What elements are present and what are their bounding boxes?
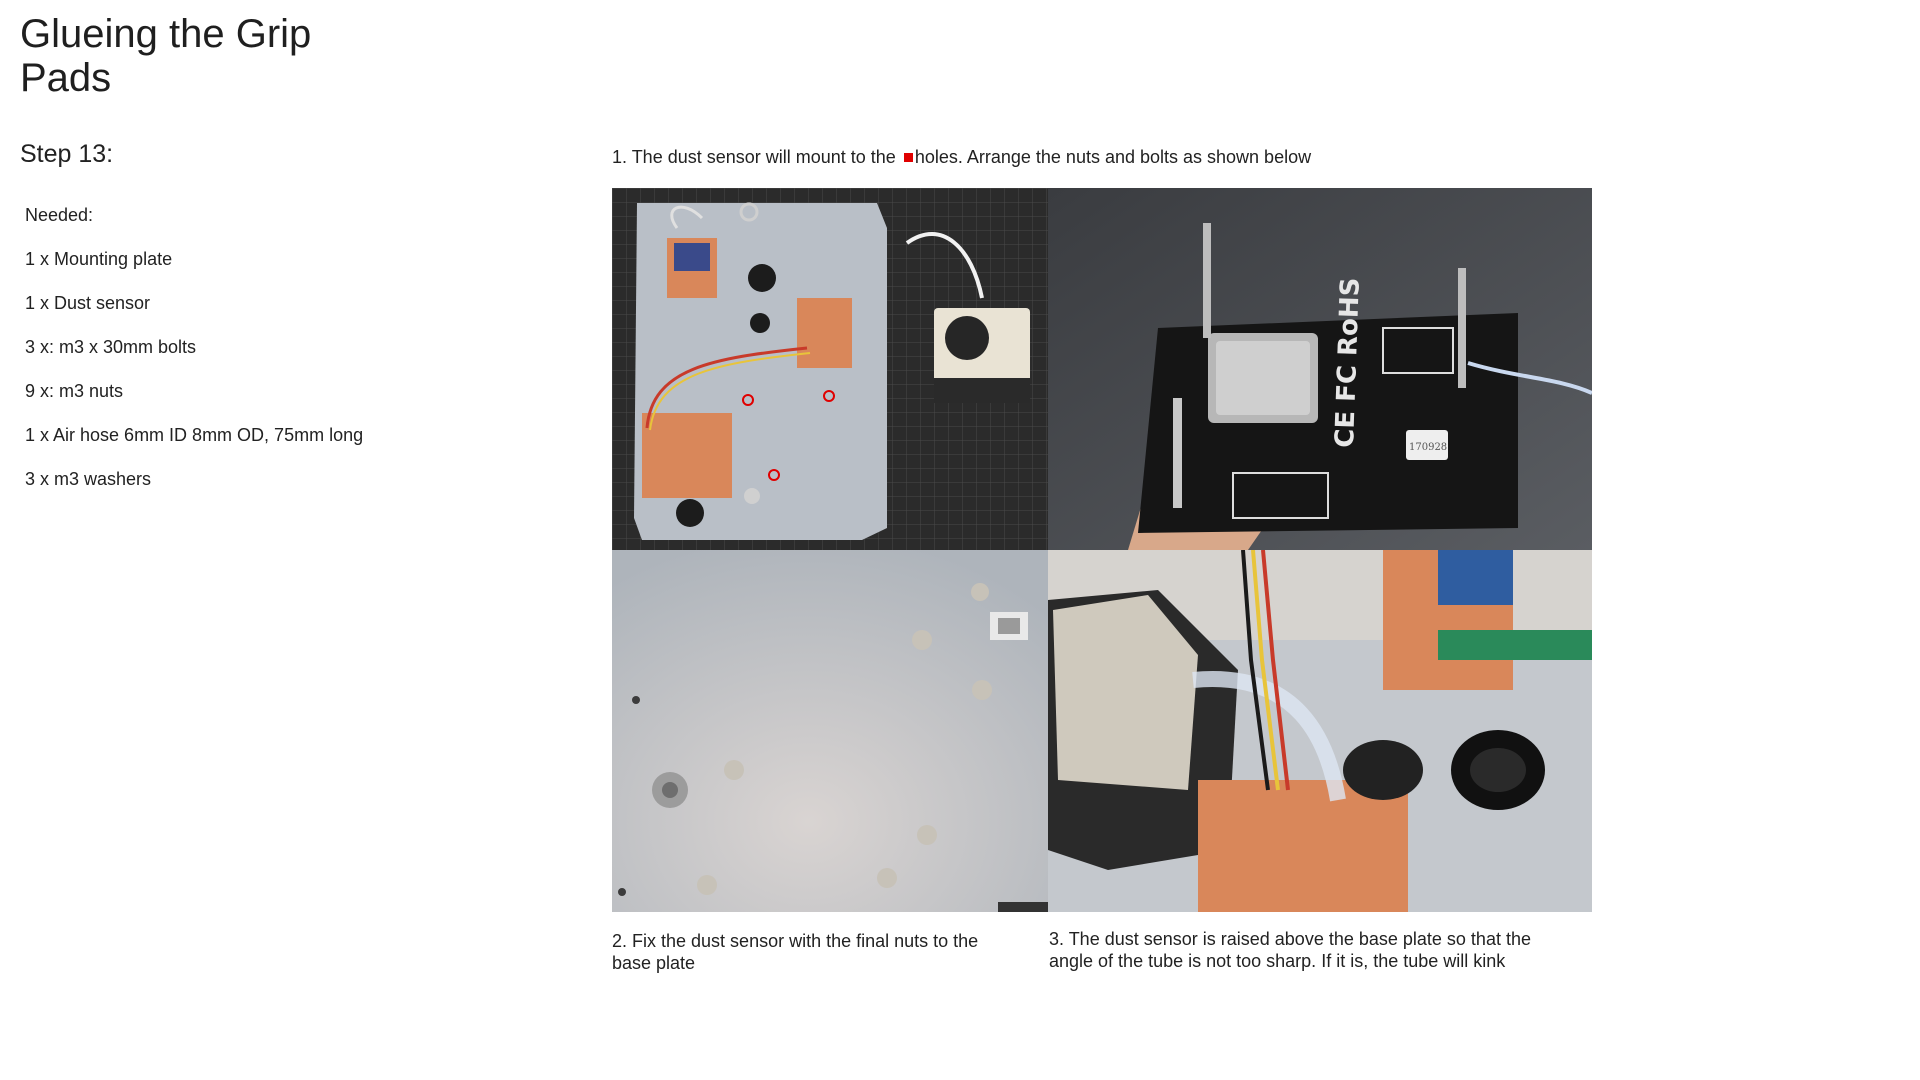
caption-step-1-after: holes. Arrange the nuts and bolts as sho…: [914, 147, 1312, 167]
needed-item-nuts: 9 x: m3 nuts: [25, 381, 124, 401]
needed-heading: Needed:: [25, 205, 94, 225]
caption-step-1-before: 1. The dust sensor will mount to the: [612, 147, 896, 167]
sensor-label-text: 170928: [1409, 442, 1447, 453]
page-title: Glueing the Grip Pads: [20, 12, 312, 100]
red-marker-icon: [903, 153, 913, 162]
needed-item-mounting-plate: 1 x Mounting plate: [25, 249, 173, 269]
needed-item-washers: 3 x m3 washers: [25, 469, 152, 489]
needed-item-dust-sensor: 1 x Dust sensor: [25, 293, 151, 313]
needed-item-bolts: 3 x: m3 x 30mm bolts: [25, 337, 197, 357]
photo-base-plate-nuts: [612, 550, 1048, 912]
caption-step-2: 2. Fix the dust sensor with the final nu…: [612, 931, 979, 973]
photo-sensor-bolts: CE FC RoHS 170928: [1048, 188, 1592, 550]
needed-item-air-hose: 1 x Air hose 6mm ID 8mm OD, 75mm long: [25, 425, 364, 445]
step-label: Step 13:: [20, 140, 114, 168]
needed-list: Needed: 1 x Mounting plate 1 x Dust sens…: [25, 204, 363, 512]
sensor-marks-text: CE FC RoHS: [1330, 277, 1366, 448]
caption-step-3: 3. The dust sensor is raised above the b…: [1049, 929, 1531, 971]
caption-step-1: 1. The dust sensor will mount to the hole…: [612, 147, 1311, 168]
photo-mounting-plate: [612, 188, 1048, 550]
photo-sensor-tube: [1048, 550, 1592, 912]
